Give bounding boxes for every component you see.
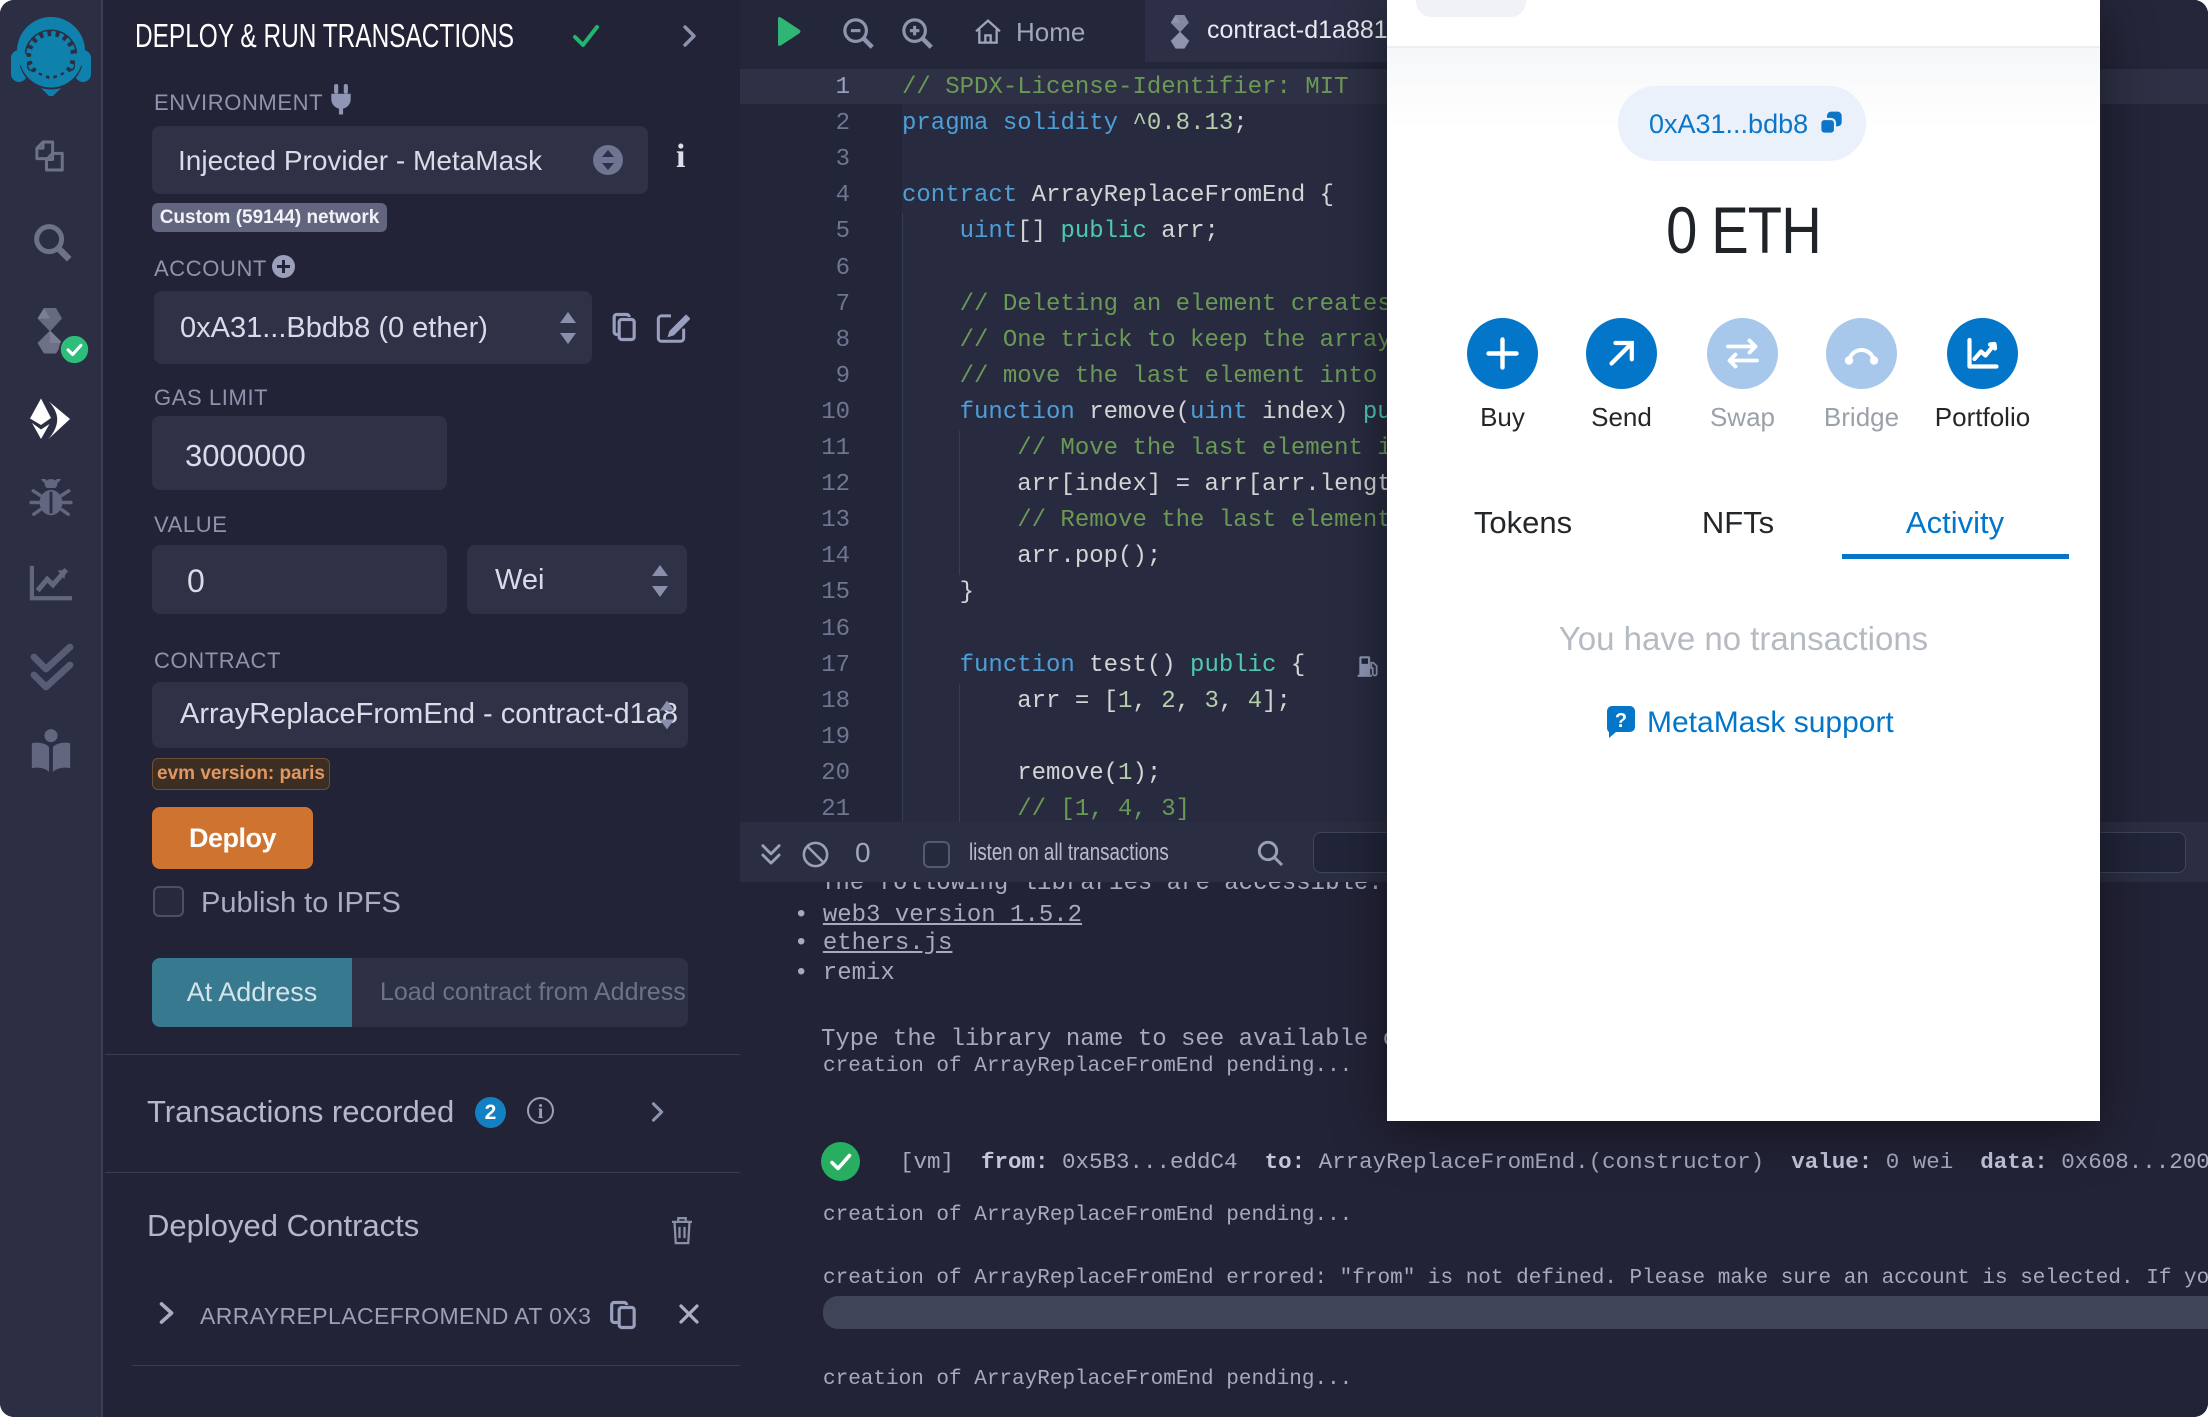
svg-text:?: ? bbox=[1615, 710, 1627, 732]
